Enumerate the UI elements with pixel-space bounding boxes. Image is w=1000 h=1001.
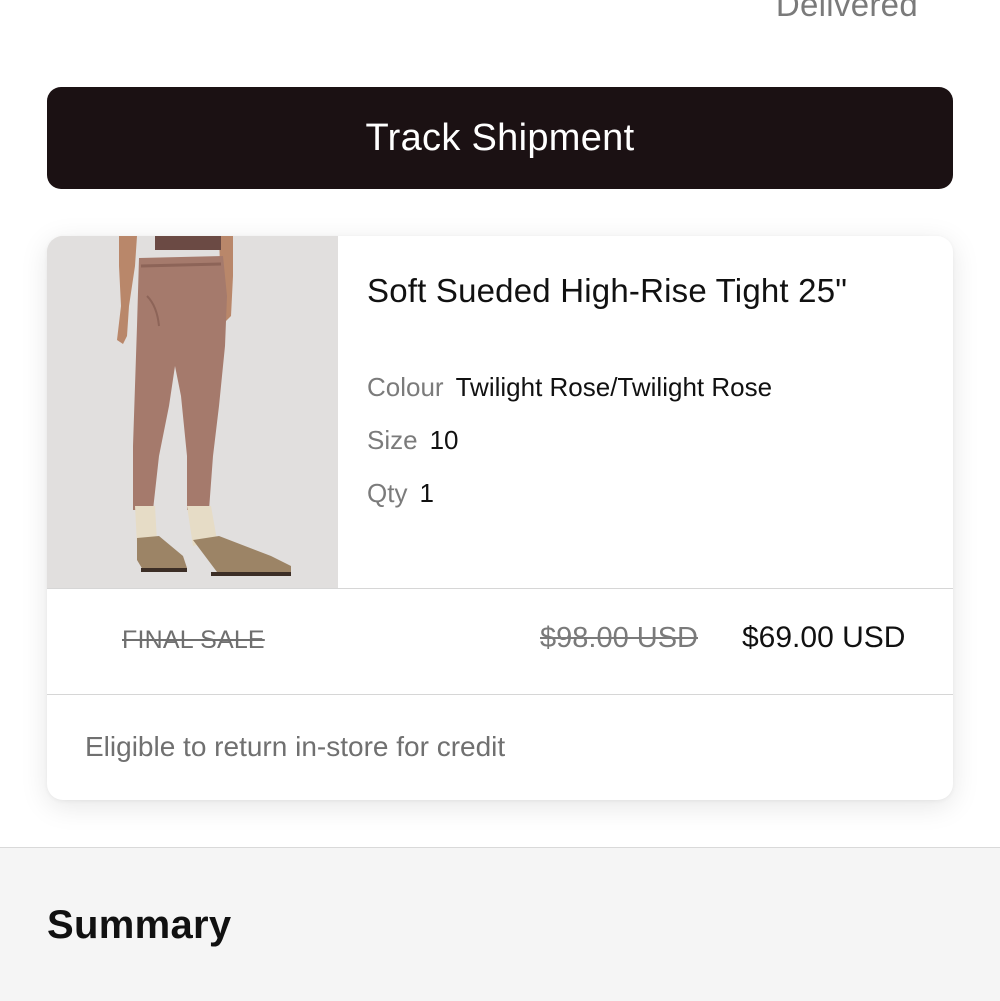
product-size: Size 10 (367, 425, 459, 456)
order-status: Delivered (775, 0, 918, 23)
qty-value: 1 (419, 478, 434, 508)
order-item-card: Soft Sueded High-Rise Tight 25" Colour Tw… (47, 236, 953, 800)
return-eligibility-note: Eligible to return in-store for credit (85, 731, 506, 762)
summary-section: Summary (0, 847, 1000, 1001)
colour-value: Twilight Rose/Twilight Rose (455, 372, 773, 402)
final-sale-label: FINAL SALE (122, 626, 265, 654)
track-shipment-button[interactable]: Track Shipment (47, 87, 953, 189)
original-price: $98.00 USD (540, 622, 698, 654)
leggings-photo-icon (47, 236, 338, 588)
colour-label: Colour (367, 372, 444, 402)
sale-price: $69.00 USD (742, 621, 906, 654)
product-name[interactable]: Soft Sueded High-Rise Tight 25" (367, 272, 847, 310)
product-image[interactable] (47, 236, 338, 588)
card-divider (47, 694, 953, 695)
product-qty: Qty 1 (367, 478, 434, 509)
size-value: 10 (429, 425, 459, 455)
summary-heading: Summary (47, 903, 232, 947)
qty-label: Qty (367, 478, 408, 508)
product-colour: Colour Twilight Rose/Twilight Rose (367, 372, 772, 403)
card-divider (47, 588, 953, 589)
size-label: Size (367, 425, 418, 455)
